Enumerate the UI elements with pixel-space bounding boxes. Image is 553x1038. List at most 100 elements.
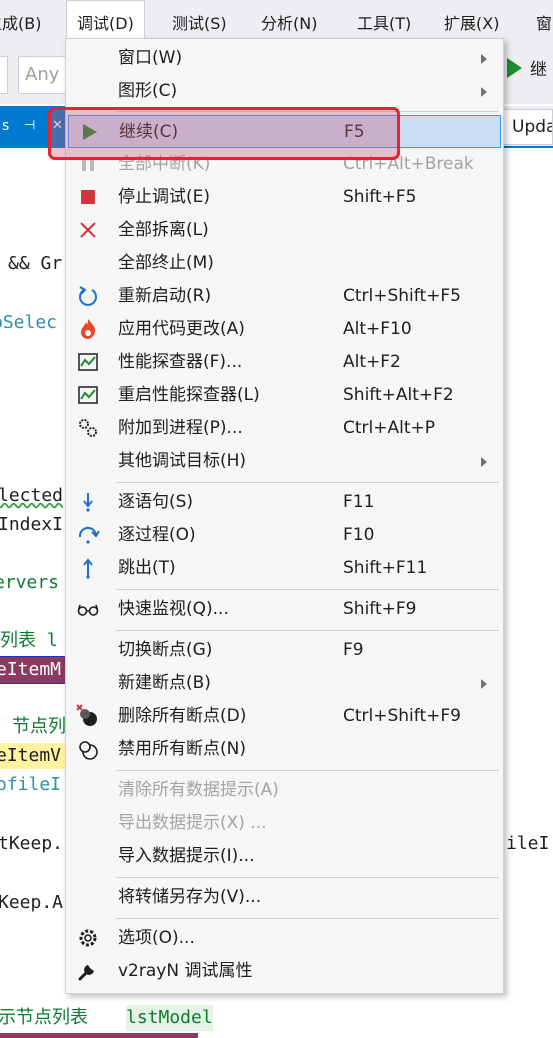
menu-item-other-debug-targets[interactable]: 其他调试目标(H) xyxy=(68,445,501,478)
continue-toolbar-label[interactable]: 继 xyxy=(530,56,547,84)
detach-icon xyxy=(76,218,100,242)
platform-combo[interactable]: Any xyxy=(18,56,68,94)
tab-title: s xyxy=(2,118,10,134)
menu-item-apply-code-changes[interactable]: 应用代码更改(A) Alt+F10 xyxy=(68,313,501,346)
menu-item-clear-datatips[interactable]: 清除所有数据提示(A) xyxy=(68,774,501,807)
disable-breakpoints-icon xyxy=(76,737,100,761)
menu-item-window[interactable]: 窗口(W) xyxy=(68,42,501,75)
submenu-arrow-icon xyxy=(481,87,487,97)
menu-item-label: 导入数据提示(I)... xyxy=(118,846,255,866)
menu-item-step-into[interactable]: 逐语句(S) F11 xyxy=(68,486,501,519)
profiler-icon xyxy=(76,350,100,374)
code-line: ofileI xyxy=(0,774,62,795)
menu-item-label: 图形(C) xyxy=(118,81,178,101)
menu-separator xyxy=(116,918,499,919)
menu-item-shortcut: Alt+F10 xyxy=(343,319,412,339)
menu-separator xyxy=(116,877,499,878)
solution-config-combo[interactable] xyxy=(0,56,8,94)
menu-item-import-datatips[interactable]: 导入数据提示(I)... xyxy=(68,840,501,873)
gears-icon xyxy=(76,416,100,440)
menu-separator xyxy=(116,770,499,771)
menu-item-label: 停止调试(E) xyxy=(118,187,211,207)
menu-item-label: v2rayN 调试属性 xyxy=(118,961,253,981)
code-line: bSelec xyxy=(0,312,58,333)
menu-item-label: 选项(O)... xyxy=(118,928,195,948)
menu-item-label: 新建断点(B) xyxy=(118,673,211,693)
code-highlight-selection xyxy=(0,1033,198,1038)
pin-icon[interactable]: ⊣ xyxy=(24,106,35,146)
profiler-icon xyxy=(76,383,100,407)
menu-item-label: 其他调试目标(H) xyxy=(118,451,247,471)
step-over-icon xyxy=(76,523,100,547)
menu-item-shortcut: Ctrl+Shift+F5 xyxy=(343,286,461,306)
menu-item-attach-to-process[interactable]: 附加到进程(P)... Ctrl+Alt+P xyxy=(68,412,501,445)
menu-item-shortcut: Shift+Alt+F2 xyxy=(343,385,454,405)
code-comment: 节点列 xyxy=(12,716,66,737)
code-line: ileI xyxy=(506,833,550,854)
menu-item-restart[interactable]: 重新启动(R) Ctrl+Shift+F5 xyxy=(68,280,501,313)
submenu-arrow-icon xyxy=(481,54,487,64)
gear-icon xyxy=(76,926,100,950)
menu-item-disable-all-breakpoints[interactable]: 禁用所有断点(N) xyxy=(68,733,501,766)
code-comment: 列表 l xyxy=(0,630,58,651)
menu-item-step-over[interactable]: 逐过程(O) F10 xyxy=(68,519,501,552)
menu-item-label: 窗口(W) xyxy=(118,48,183,68)
menu-item-shortcut: Alt+F2 xyxy=(343,352,401,372)
highlight-annotation-box xyxy=(48,107,400,160)
glasses-icon xyxy=(76,597,100,621)
menu-item-shortcut: Shift+F5 xyxy=(343,187,417,207)
menu-item-label: 清除所有数据提示(A) xyxy=(118,780,279,800)
wrench-icon xyxy=(76,959,100,983)
menu-item-shortcut: Shift+F11 xyxy=(343,558,428,578)
menu-item-performance-profiler[interactable]: 性能探查器(F)... Alt+F2 xyxy=(68,346,501,379)
menu-item-shortcut: F11 xyxy=(343,492,375,512)
menu-item-label: 快速监视(Q)... xyxy=(118,599,229,619)
code-line: Keep.A xyxy=(0,892,64,913)
menu-item-shortcut: Ctrl+Alt+P xyxy=(343,418,436,438)
menu-window[interactable]: 窗 xyxy=(536,0,552,48)
menu-item-relaunch-profiler[interactable]: 重启性能探查器(L) Shift+Alt+F2 xyxy=(68,379,501,412)
menu-item-options[interactable]: 选项(O)... xyxy=(68,922,501,955)
document-tab-update[interactable]: Upda xyxy=(503,109,553,145)
menu-item-detach-all[interactable]: 全部拆离(L) xyxy=(68,214,501,247)
menu-item-debug-properties[interactable]: v2rayN 调试属性 xyxy=(68,955,501,988)
menu-item-delete-all-breakpoints[interactable]: 删除所有断点(D) Ctrl+Shift+F9 xyxy=(68,700,501,733)
code-comment: ervers xyxy=(0,572,60,593)
hot-reload-icon xyxy=(76,317,100,341)
menu-item-label: 导出数据提示(X) ... xyxy=(118,813,267,833)
menu-item-shortcut: Shift+F9 xyxy=(343,599,417,619)
menu-item-shortcut: Ctrl+Shift+F9 xyxy=(343,706,461,726)
menu-item-label: 切换断点(G) xyxy=(118,640,213,660)
menu-item-label: 全部终止(M) xyxy=(118,253,214,273)
menu-item-shortcut: F9 xyxy=(343,640,364,660)
menu-item-step-out[interactable]: 跳出(T) Shift+F11 xyxy=(68,552,501,585)
menu-item-graphics[interactable]: 图形(C) xyxy=(68,75,501,108)
menu-separator xyxy=(116,482,499,483)
menu-item-quickwatch[interactable]: 快速监视(Q)... Shift+F9 xyxy=(68,593,501,626)
start-play-icon[interactable] xyxy=(507,58,522,78)
code-highlight-selection: eItemM xyxy=(0,656,67,684)
menu-item-toggle-breakpoint[interactable]: 切换断点(G) F9 xyxy=(68,634,501,667)
code-line: tKeep. xyxy=(0,833,64,854)
menu-item-label: 禁用所有断点(N) xyxy=(118,739,246,759)
stop-icon xyxy=(76,185,100,209)
menu-item-export-datatips[interactable]: 导出数据提示(X) ... xyxy=(68,807,501,840)
code-line: lected xyxy=(0,485,64,506)
step-into-icon xyxy=(76,490,100,514)
menu-item-label: 应用代码更改(A) xyxy=(118,319,245,339)
menu-item-label: 将转储另存为(V)... xyxy=(118,887,262,907)
menu-item-stop-debugging[interactable]: 停止调试(E) Shift+F5 xyxy=(68,181,501,214)
menu-item-label: 逐语句(S) xyxy=(118,492,194,512)
menu-item-new-breakpoint[interactable]: 新建断点(B) xyxy=(68,667,501,700)
menu-item-save-dump-as[interactable]: 将转储另存为(V)... xyxy=(68,881,501,914)
code-comment: 示节点列表 xyxy=(0,1007,88,1028)
submenu-arrow-icon xyxy=(481,457,487,467)
delete-breakpoints-icon xyxy=(76,704,100,728)
menu-item-terminate-all[interactable]: 全部终止(M) xyxy=(68,247,501,280)
menu-build[interactable]: 生成(B) xyxy=(0,0,41,48)
debug-menu-dropdown: 窗口(W) 图形(C) 继续(C) F5 全部中断(K) Ctrl+Alt+Br… xyxy=(65,38,504,994)
menu-item-label: 附加到进程(P)... xyxy=(118,418,243,438)
menu-separator xyxy=(116,630,499,631)
restart-icon xyxy=(76,284,100,308)
menu-separator xyxy=(116,589,499,590)
